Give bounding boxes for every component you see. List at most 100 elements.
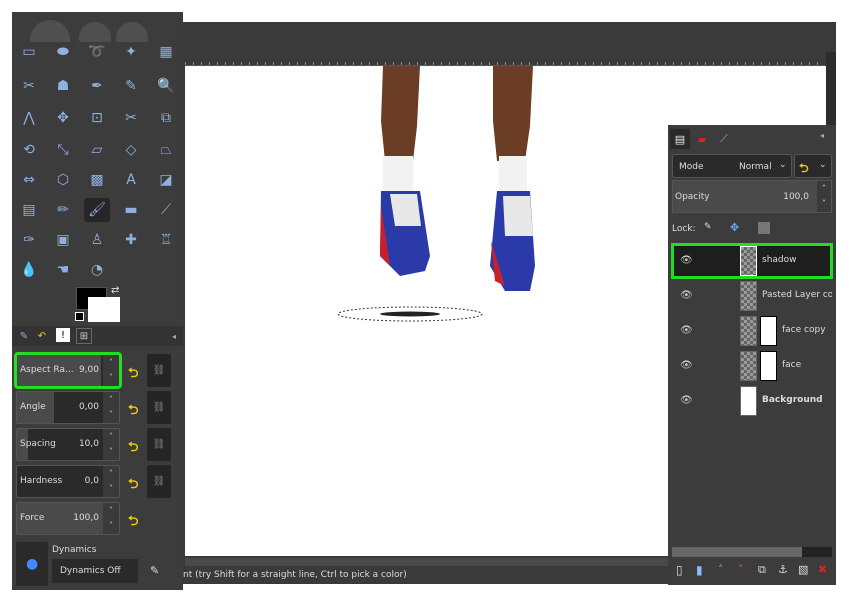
measure-icon[interactable]: ⋀	[16, 106, 42, 130]
layer-mask-icon[interactable]: ▧	[798, 563, 808, 576]
undo-history-tab-icon[interactable]: ↶	[34, 328, 50, 344]
spinner-arrows[interactable]: ˄ ˅	[103, 503, 119, 534]
duplicate-layer-icon[interactable]: ⧉	[758, 563, 766, 577]
new-layer-icon[interactable]: ▯	[676, 563, 683, 577]
dodge-burn-icon[interactable]: ◔	[84, 258, 110, 282]
spinner-arrows[interactable]: ˄ ˅	[817, 181, 831, 212]
3d-transform-icon[interactable]: ⏢	[153, 138, 179, 162]
flip-icon[interactable]: ⇔	[16, 168, 42, 192]
reset-icon[interactable]: ⮌	[128, 512, 142, 529]
force-spinner[interactable]: Force 100,0 ˄ ˅	[16, 502, 120, 535]
layer-name[interactable]: Pasted Layer copy	[762, 290, 832, 300]
layer-name[interactable]: face	[782, 360, 850, 370]
cage-icon[interactable]: ⬡	[50, 168, 76, 192]
scale-icon[interactable]: ⤡	[50, 138, 76, 162]
layers-scrollbar[interactable]	[672, 547, 832, 557]
eye-icon[interactable]: 👁	[680, 395, 693, 406]
bucket-fill-icon[interactable]: ◪	[153, 168, 179, 192]
link-icon[interactable]: ⛓	[147, 354, 171, 387]
rect-select-icon[interactable]: ▭	[16, 40, 42, 64]
swap-colors-icon[interactable]: ⇄	[111, 285, 119, 296]
warp-icon[interactable]: ▩	[84, 168, 110, 192]
foreground-select-icon[interactable]: ☗	[50, 74, 76, 98]
reset-icon[interactable]: ⮌	[128, 364, 142, 381]
hardness-spinner[interactable]: Hardness 0,0 ˄ ˅	[16, 465, 120, 498]
rotate-icon[interactable]: ⟲	[16, 138, 42, 162]
lock-alpha-icon[interactable]	[758, 222, 770, 234]
text-icon[interactable]: A	[118, 168, 144, 192]
layers-tab-icon[interactable]: ▤	[670, 129, 690, 149]
ink-icon[interactable]: ✑	[16, 228, 42, 252]
smudge-icon[interactable]: ☚	[50, 258, 76, 282]
reset-icon[interactable]: ⮌	[128, 401, 142, 418]
mypaint-brush-icon[interactable]: ▣	[50, 228, 76, 252]
lock-position-icon[interactable]: ✥	[730, 221, 739, 234]
mode-select[interactable]: Mode Normal ⌄	[672, 154, 792, 178]
scissors-select-icon[interactable]: ✂	[16, 74, 42, 98]
edit-dynamics-icon[interactable]: ✎	[150, 564, 159, 577]
layer-name[interactable]: face copy	[782, 325, 850, 335]
layer-row[interactable]: 👁 shadow	[671, 243, 833, 279]
tool-options-tab-icon[interactable]: ✎	[16, 328, 32, 344]
shear-icon[interactable]: ▱	[84, 138, 110, 162]
lock-pixels-icon[interactable]: ✎	[704, 222, 712, 232]
unified-transform-icon[interactable]: ⧉	[153, 106, 179, 130]
dynamics-icon[interactable]: ●	[16, 542, 48, 586]
ellipse-select-icon[interactable]: ⬬	[50, 40, 76, 64]
spinner-arrows[interactable]: ˄ ˅	[103, 466, 119, 497]
images-tab-icon[interactable]: !	[56, 328, 70, 342]
select-by-color-icon[interactable]: ▦	[153, 40, 179, 64]
layer-name[interactable]: shadow	[762, 255, 832, 265]
paths-icon[interactable]: ✒	[84, 74, 110, 98]
angle-spinner[interactable]: Angle 0,00 ˄ ˅	[16, 391, 120, 424]
perspective-icon[interactable]: ◇	[118, 138, 144, 162]
align-icon[interactable]: ⊡	[84, 106, 110, 130]
background-color[interactable]	[88, 297, 120, 322]
spinner-arrows[interactable]: ˄ ˅	[103, 429, 119, 460]
link-icon[interactable]: ⛓	[147, 428, 171, 461]
lower-layer-icon[interactable]: ˅	[738, 563, 744, 576]
link-icon[interactable]: ⛓	[147, 391, 171, 424]
opacity-spinner[interactable]: Opacity 100,0 ˄ ˅	[672, 180, 832, 213]
reset-icon[interactable]: ⮌	[128, 438, 142, 455]
aspect-ra-spinner[interactable]: Aspect Ra... 9,00 ˄ ˅	[14, 352, 122, 389]
channels-tab-icon[interactable]: ▰	[692, 129, 712, 149]
spacing-spinner[interactable]: Spacing 10,0 ˄ ˅	[16, 428, 120, 461]
eye-icon[interactable]: 👁	[680, 255, 693, 266]
raise-layer-icon[interactable]: ˄	[718, 563, 724, 576]
airbrush-icon[interactable]: ⟋	[153, 198, 179, 222]
perspective-clone-icon[interactable]: ♖	[153, 228, 179, 252]
dynamics-select[interactable]: Dynamics Off	[52, 559, 138, 583]
paths-tab-icon[interactable]: ⟋	[714, 129, 734, 149]
crop-icon[interactable]: ✂	[118, 106, 144, 130]
composite-mode-button[interactable]: ⮌ ⌄	[794, 154, 832, 178]
eraser-icon[interactable]: ▬	[118, 198, 144, 222]
device-status-tab-icon[interactable]: ⊞	[76, 328, 92, 344]
color-picker-icon[interactable]: ✎	[118, 74, 144, 98]
panel-menu-icon[interactable]: ◂	[820, 131, 824, 140]
free-select-icon[interactable]: ➰	[84, 40, 110, 64]
eye-icon[interactable]: 👁	[680, 360, 693, 371]
horizontal-ruler[interactable]	[185, 52, 825, 66]
layer-name[interactable]: Background	[762, 395, 832, 405]
link-icon[interactable]: ⛓	[147, 465, 171, 498]
spinner-arrows[interactable]: ˄ ˅	[103, 355, 119, 386]
layer-row[interactable]: 👁 Pasted Layer copy	[672, 279, 832, 313]
panel-menu-icon[interactable]: ◂	[166, 328, 182, 344]
layer-row[interactable]: 👁 Background	[672, 384, 832, 418]
spinner-arrows[interactable]: ˄ ˅	[103, 392, 119, 423]
default-colors-icon[interactable]	[75, 312, 84, 321]
eye-icon[interactable]: 👁	[680, 325, 693, 336]
clone-icon[interactable]: ♙	[84, 228, 110, 252]
zoom-icon[interactable]: 🔍	[153, 74, 179, 98]
eye-icon[interactable]: 👁	[680, 290, 693, 301]
new-layer-group-icon[interactable]: ▮	[696, 563, 703, 577]
gradient-icon[interactable]: ▤	[16, 198, 42, 222]
pencil-icon[interactable]: ✏	[50, 198, 76, 222]
delete-layer-icon[interactable]: ✖	[818, 563, 827, 576]
move-icon[interactable]: ✥	[50, 106, 76, 130]
heal-icon[interactable]: ✚	[118, 228, 144, 252]
fuzzy-select-icon[interactable]: ✦	[118, 40, 144, 64]
layer-row[interactable]: 👁 face	[672, 349, 832, 383]
layer-row[interactable]: 👁 face copy	[672, 314, 832, 348]
